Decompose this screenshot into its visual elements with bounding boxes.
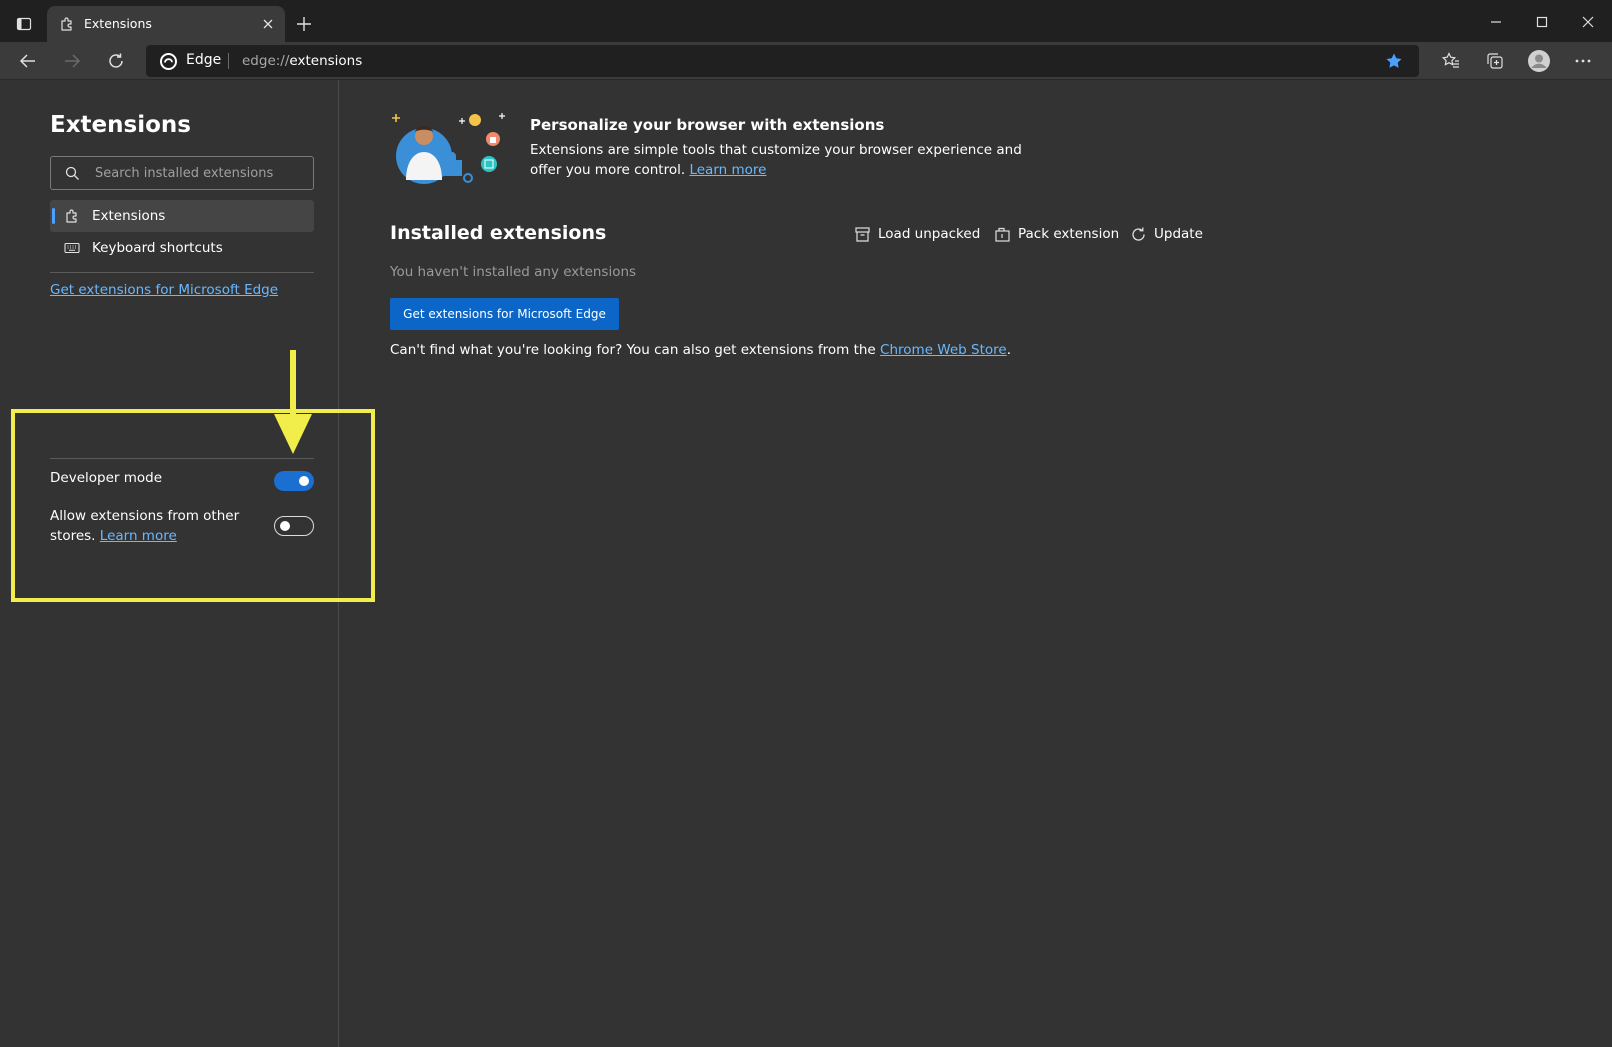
close-icon[interactable] bbox=[260, 16, 276, 32]
tab-extensions[interactable]: Extensions bbox=[47, 6, 285, 42]
search-icon bbox=[65, 166, 80, 181]
pack-icon bbox=[995, 227, 1010, 242]
puzzle-icon bbox=[59, 16, 75, 32]
edge-logo-icon bbox=[160, 53, 177, 70]
back-arrow-icon[interactable] bbox=[16, 49, 40, 73]
update-button[interactable]: Update bbox=[1130, 224, 1203, 244]
learn-more-link[interactable]: Learn more bbox=[689, 162, 766, 178]
more-icon[interactable] bbox=[1571, 49, 1595, 73]
refresh-icon[interactable] bbox=[104, 49, 128, 73]
toolbar: Edge edge://extensions bbox=[0, 42, 1612, 80]
address-divider bbox=[228, 53, 229, 69]
highlight-box bbox=[11, 409, 375, 602]
chrome-store-note-end: . bbox=[1006, 342, 1011, 358]
star-icon[interactable] bbox=[1385, 52, 1403, 70]
main-content: Personalize your browser with extensions… bbox=[340, 80, 1612, 1047]
pack-extension-label: Pack extension bbox=[1018, 226, 1120, 242]
forward-arrow-icon[interactable] bbox=[60, 49, 84, 73]
sidebar-item-extensions[interactable]: Extensions bbox=[50, 200, 314, 232]
close-window-icon[interactable] bbox=[1578, 12, 1598, 32]
get-extensions-button[interactable]: Get extensions for Microsoft Edge bbox=[390, 298, 619, 330]
update-label: Update bbox=[1154, 226, 1203, 242]
collections-icon[interactable] bbox=[1483, 49, 1507, 73]
tab-actions-icon[interactable] bbox=[12, 12, 36, 36]
hero-description: Extensions are simple tools that customi… bbox=[530, 140, 1050, 180]
tab-title: Extensions bbox=[84, 16, 152, 31]
keyboard-icon bbox=[64, 240, 80, 256]
hero-title: Personalize your browser with extensions bbox=[530, 116, 885, 134]
url-scheme: edge:// bbox=[242, 53, 290, 69]
highlight-arrow-icon bbox=[274, 350, 312, 454]
hero-description-text: Extensions are simple tools that customi… bbox=[530, 142, 1022, 178]
sidebar-item-label: Keyboard shortcuts bbox=[92, 240, 223, 256]
search-box[interactable] bbox=[50, 156, 314, 190]
title-bar: Extensions bbox=[0, 0, 1612, 42]
get-extensions-link[interactable]: Get extensions for Microsoft Edge bbox=[50, 282, 278, 298]
favorites-icon[interactable] bbox=[1439, 49, 1463, 73]
pack-extension-button[interactable]: Pack extension bbox=[994, 224, 1119, 244]
refresh-icon bbox=[1132, 227, 1145, 241]
profile-icon[interactable] bbox=[1527, 49, 1551, 73]
extensions-illustration bbox=[392, 113, 505, 184]
url-host: extensions bbox=[289, 53, 363, 69]
plus-icon[interactable] bbox=[294, 14, 314, 34]
installed-extensions-title: Installed extensions bbox=[390, 222, 607, 244]
sidebar-title: Extensions bbox=[50, 112, 191, 138]
archive-box-icon bbox=[855, 226, 870, 242]
load-unpacked-button[interactable]: Load unpacked bbox=[854, 224, 980, 244]
sidebar-item-keyboard-shortcuts[interactable]: Keyboard shortcuts bbox=[50, 232, 314, 264]
chrome-web-store-link[interactable]: Chrome Web Store bbox=[880, 342, 1007, 358]
empty-state-text: You haven't installed any extensions bbox=[390, 264, 637, 280]
url-text[interactable]: edge://extensions bbox=[242, 53, 362, 69]
address-brand: Edge bbox=[186, 52, 222, 68]
address-bar[interactable]: Edge edge://extensions bbox=[146, 45, 1419, 77]
maximize-icon[interactable] bbox=[1532, 12, 1552, 32]
chrome-store-note: Can't find what you're looking for? You … bbox=[390, 342, 1011, 358]
sidebar-divider bbox=[50, 272, 314, 273]
minimize-icon[interactable] bbox=[1486, 12, 1506, 32]
load-unpacked-label: Load unpacked bbox=[878, 226, 981, 242]
chrome-store-note-text: Can't find what you're looking for? You … bbox=[390, 342, 876, 358]
search-input[interactable] bbox=[95, 157, 305, 189]
puzzle-icon bbox=[64, 208, 80, 224]
sidebar-item-label: Extensions bbox=[92, 208, 166, 224]
